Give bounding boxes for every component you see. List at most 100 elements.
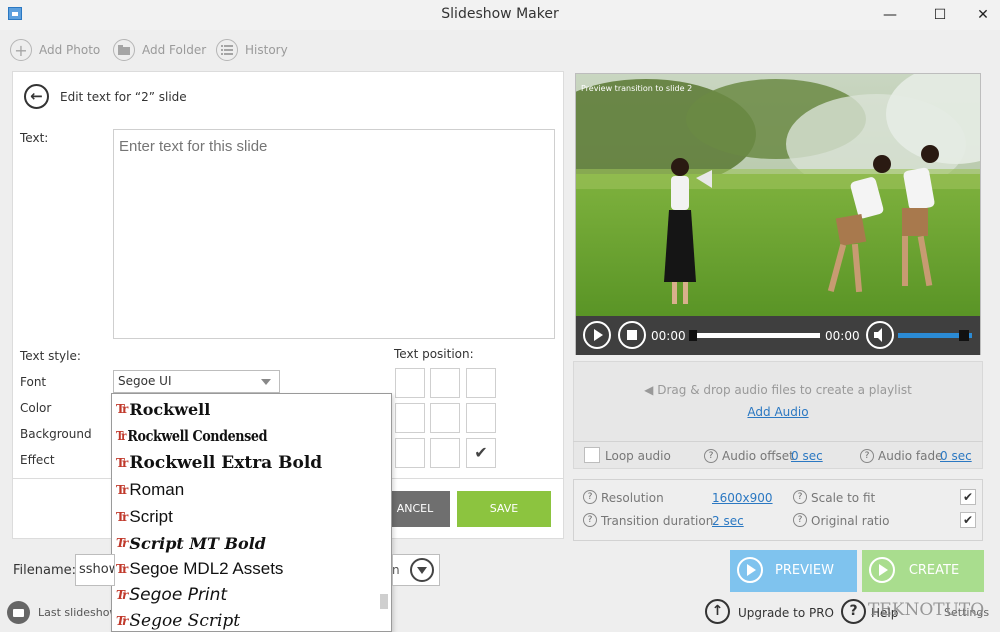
window-title: Slideshow Maker [441,6,559,22]
position-cell[interactable] [395,438,425,468]
font-option-label: Script [129,507,173,526]
upgrade-arrow-icon[interactable]: ↑ [705,599,730,624]
text-style-label: Text style: [20,349,81,363]
font-option-label: Rockwell Extra Bold [129,453,323,473]
position-cell[interactable] [466,403,496,433]
font-option[interactable]: Tr Rockwell [116,396,210,422]
font-label: Font [20,375,47,389]
volume-handle[interactable] [958,330,969,341]
truetype-icon: Tr [116,510,128,524]
preview-image [575,73,981,355]
seek-track[interactable] [693,333,820,338]
loop-audio-label: Loop audio [605,449,671,463]
create-label: CREATE [908,563,960,578]
add-folder-label: Add Folder [142,43,207,57]
position-cell[interactable] [395,368,425,398]
transition-duration-value[interactable]: 2 sec [712,514,744,528]
font-option[interactable]: Tr Roman [116,477,184,503]
upgrade-link[interactable]: Upgrade to PRO [738,606,834,620]
audio-drop-text: Drag & drop audio files to create a play… [657,383,912,397]
dropdown-scrollbar[interactable] [380,594,388,609]
resolution-value[interactable]: 1600x900 [712,491,773,505]
help-icon[interactable]: ? [841,599,866,624]
audio-offset-value[interactable]: 0 sec [791,449,823,463]
play-icon[interactable] [583,321,611,349]
font-option[interactable]: Tr Script MT Bold [116,530,266,556]
font-option-label: Segoe MDL2 Assets [129,559,284,578]
audio-fade-value[interactable]: 0 sec [940,449,972,463]
font-option[interactable]: Tr Rockwell Extra Bold [116,450,322,476]
original-ratio-checkbox[interactable]: ✔ [960,512,976,528]
resolution-label: Resolution [601,491,664,505]
truetype-icon: Tr [116,536,128,550]
plus-icon: + [10,39,32,61]
chevron-down-icon[interactable] [410,558,434,582]
position-cell[interactable] [430,403,460,433]
truetype-icon: Tr [116,588,128,602]
stop-icon[interactable] [618,321,646,349]
seek-handle[interactable] [689,330,697,341]
font-option[interactable]: Tr Segoe Print [116,582,227,608]
filename-label: Filename: [13,563,77,578]
question-icon[interactable]: ? [793,513,807,527]
slide-text-input[interactable] [113,129,555,339]
background-label: Background [20,427,92,441]
volume-small-icon: ◀ [644,383,654,397]
original-ratio-label: Original ratio [811,514,890,528]
preview-caption: Preview transition to slide 2 [581,84,693,93]
font-select[interactable]: Segoe UI [113,370,280,393]
save-button[interactable]: SAVE [457,491,551,527]
create-button[interactable]: CREATE [862,550,984,592]
format-select-value: n [392,563,400,577]
maximize-button[interactable]: ☐ [925,4,955,26]
list-icon [216,39,238,61]
question-icon[interactable]: ? [583,513,597,527]
add-photo-label: Add Photo [39,43,101,57]
font-option[interactable]: Tr Rockwell Condensed [116,423,268,449]
loop-audio-checkbox[interactable] [584,447,600,463]
position-cell[interactable] [466,368,496,398]
font-option-label: Roman [129,480,185,499]
truetype-icon: Tr [116,614,128,628]
font-dropdown-list[interactable]: Tr Rockwell Tr Rockwell Condensed Tr Rockwe… [111,393,392,632]
truetype-icon: Tr [116,402,128,416]
chevron-down-icon [261,379,271,385]
question-icon[interactable]: ? [860,449,874,463]
last-slideshow-link[interactable]: Last slideshow [38,606,111,619]
history-button[interactable]: History [216,38,288,62]
font-option[interactable]: Tr Segoe Script [116,608,240,631]
total-time: 00:00 [825,329,860,343]
font-option[interactable]: Tr Script [116,504,173,530]
question-icon[interactable]: ? [704,449,718,463]
position-cell[interactable] [430,438,460,468]
preview-button[interactable]: PREVIEW [730,550,857,592]
volume-icon[interactable] [866,321,894,349]
position-cell[interactable] [430,368,460,398]
add-photo-button[interactable]: + Add Photo [10,38,100,62]
audio-fade-label: Audio fade [878,449,943,463]
editor-title: Edit text for “2” slide [60,90,187,104]
font-option[interactable]: Tr Segoe MDL2 Assets [116,556,283,582]
minimize-button[interactable]: — [875,4,905,26]
truetype-icon: Tr [116,456,128,470]
truetype-icon: Tr [116,562,128,576]
question-icon[interactable]: ? [583,490,597,504]
effect-label: Effect [20,453,55,467]
position-cell-selected[interactable]: ✔ [466,438,496,468]
close-button[interactable]: ✕ [968,4,998,26]
font-option-label: Rockwell Condensed [127,427,268,445]
filename-input[interactable]: sshow [75,554,115,586]
back-arrow-icon[interactable]: ← [24,84,49,109]
audio-drop-hint: ◀ Drag & drop audio files to create a pl… [573,383,983,397]
add-audio-link[interactable]: Add Audio [573,405,983,419]
audio-offset-label: Audio offset [722,449,794,463]
color-label: Color [20,401,52,415]
question-icon[interactable]: ? [793,490,807,504]
folder-icon[interactable] [7,601,30,624]
font-option-label: Rockwell [129,399,211,419]
history-label: History [245,43,288,57]
position-cell[interactable] [395,403,425,433]
scale-to-fit-checkbox[interactable]: ✔ [960,489,976,505]
add-folder-button[interactable]: Add Folder [113,38,206,62]
text-label: Text: [20,131,49,145]
